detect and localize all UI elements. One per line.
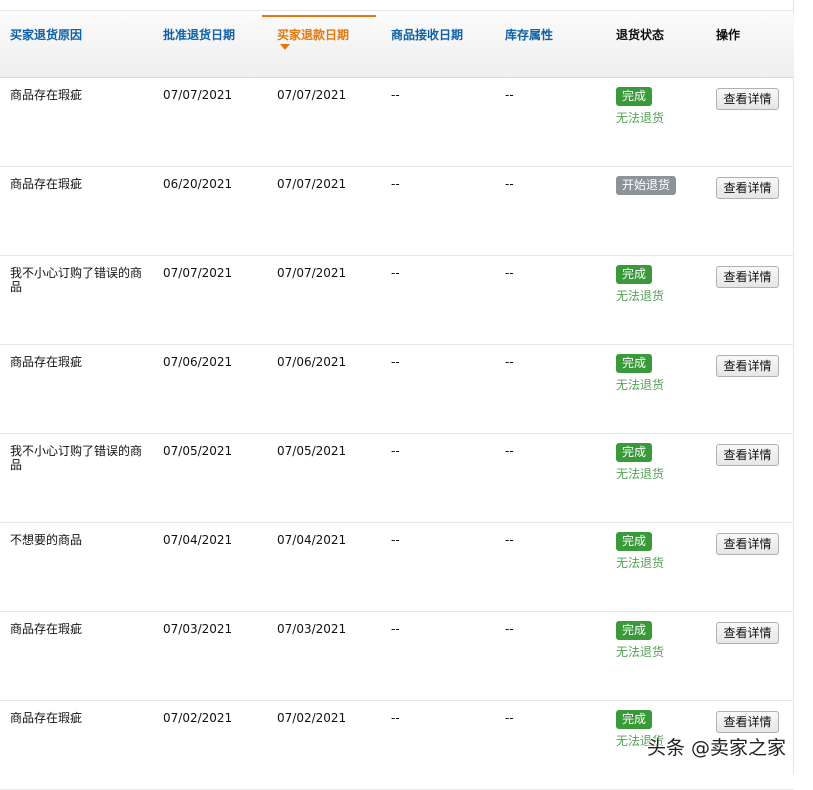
status-badge: 完成 bbox=[616, 354, 653, 373]
view-details-button[interactable]: 查看详情 bbox=[716, 177, 779, 199]
view-details-button[interactable]: 查看详情 bbox=[716, 88, 779, 110]
receive-date: -- bbox=[391, 88, 400, 102]
table-row: 商品存在瑕疵 07/03/2021 07/03/2021 -- -- 完成无法退货 查看详情 bbox=[0, 612, 794, 701]
return-reason: 商品存在瑕疵 bbox=[10, 177, 83, 191]
refund-date: 07/07/2021 bbox=[277, 266, 347, 280]
status-badge: 完成 bbox=[616, 87, 653, 106]
status-badge: 完成 bbox=[616, 710, 653, 729]
table-body: 商品存在瑕疵 07/07/2021 07/07/2021 -- -- 完成 无法退货 查看详情… bbox=[0, 78, 794, 790]
stock-attr: -- bbox=[505, 266, 514, 280]
table-row: 不想要的商品 07/04/2021 07/04/2021 -- -- 完成无法退货 查看详情 bbox=[0, 523, 794, 612]
table-row: 我不小心订购了错误的商品 07/07/2021 07/07/2021 -- -- 完成无法… bbox=[0, 256, 794, 345]
receive-date: -- bbox=[391, 533, 400, 547]
stock-attr: -- bbox=[505, 88, 514, 102]
status-badge: 开始退货 bbox=[616, 176, 677, 195]
stock-attr: -- bbox=[505, 711, 514, 725]
return-reason: 我不小心订购了错误的商品 bbox=[10, 444, 143, 472]
receive-date: -- bbox=[391, 711, 400, 725]
column-header-return-status: 退货状态 bbox=[616, 28, 665, 42]
column-header-approve-date[interactable]: 批准退货日期 bbox=[163, 15, 235, 77]
return-status: 完成 无法退货 bbox=[616, 87, 664, 125]
receive-date: -- bbox=[391, 266, 400, 280]
column-header-refund-date[interactable]: 买家退款日期 bbox=[262, 15, 376, 77]
action-cell: 查看详情 bbox=[716, 444, 779, 466]
approve-date: 07/04/2021 bbox=[163, 533, 233, 547]
status-note: 无法退货 bbox=[616, 645, 665, 659]
column-header-stock-attr[interactable]: 库存属性 bbox=[505, 15, 553, 77]
return-reason: 商品存在瑕疵 bbox=[10, 711, 83, 725]
return-status: 开始退货 bbox=[616, 176, 677, 195]
view-details-button[interactable]: 查看详情 bbox=[716, 711, 779, 733]
approve-date: 07/03/2021 bbox=[163, 622, 233, 636]
stock-attr: -- bbox=[505, 444, 514, 458]
refund-date: 07/07/2021 bbox=[277, 88, 347, 102]
receive-date: -- bbox=[391, 355, 400, 369]
table-row: 商品存在瑕疵 07/07/2021 07/07/2021 -- -- 完成无法退货 查看详情 bbox=[0, 78, 794, 167]
action-cell: 查看详情 bbox=[716, 266, 779, 288]
action-cell: 查看详情 bbox=[716, 533, 779, 555]
approve-date: 06/20/2021 bbox=[163, 177, 233, 191]
view-details-button[interactable]: 查看详情 bbox=[716, 622, 779, 644]
return-status: 完成 无法退货 bbox=[616, 443, 664, 481]
return-reason: 不想要的商品 bbox=[10, 533, 83, 547]
return-status: 完成 无法退货 bbox=[616, 621, 664, 659]
table-header: 买家退货原因 批准退货日期 买家退款日期 商品接收日期 库存属性 退货状态 操作 bbox=[0, 15, 794, 78]
status-note: 无法退货 bbox=[616, 289, 665, 303]
action-cell: 查看详情 bbox=[716, 88, 779, 110]
status-badge: 完成 bbox=[616, 443, 653, 462]
table-row: 商品存在瑕疵 07/06/2021 07/06/2021 -- -- 完成无法退货 查看详情 bbox=[0, 345, 794, 434]
receive-date: -- bbox=[391, 177, 400, 191]
refund-date: 07/06/2021 bbox=[277, 355, 347, 369]
approve-date: 07/07/2021 bbox=[163, 266, 233, 280]
return-reason: 商品存在瑕疵 bbox=[10, 355, 83, 369]
return-reason: 商品存在瑕疵 bbox=[10, 88, 83, 102]
view-details-button[interactable]: 查看详情 bbox=[716, 444, 779, 466]
approve-date: 07/02/2021 bbox=[163, 711, 233, 725]
status-note: 无法退货 bbox=[616, 111, 665, 125]
return-reason: 我不小心订购了错误的商品 bbox=[10, 266, 143, 294]
sort-desc-icon bbox=[280, 44, 290, 50]
refund-date: 07/04/2021 bbox=[277, 533, 347, 547]
stock-attr: -- bbox=[505, 177, 514, 191]
watermark-text: 头条 @卖家之家 bbox=[647, 737, 787, 759]
status-badge: 完成 bbox=[616, 265, 653, 284]
column-header-refund-date-label: 买家退款日期 bbox=[277, 28, 350, 42]
approve-date: 07/05/2021 bbox=[163, 444, 233, 458]
top-strip bbox=[0, 0, 794, 11]
view-details-button[interactable]: 查看详情 bbox=[716, 533, 779, 555]
approve-date: 07/07/2021 bbox=[163, 88, 233, 102]
action-cell: 查看详情 bbox=[716, 711, 779, 733]
refund-date: 07/07/2021 bbox=[277, 177, 347, 191]
refund-date: 07/02/2021 bbox=[277, 711, 347, 725]
return-reason: 商品存在瑕疵 bbox=[10, 622, 83, 636]
status-note: 无法退货 bbox=[616, 556, 665, 570]
refund-date: 07/03/2021 bbox=[277, 622, 347, 636]
refund-date: 07/05/2021 bbox=[277, 444, 347, 458]
view-details-button[interactable]: 查看详情 bbox=[716, 266, 779, 288]
status-note: 无法退货 bbox=[616, 467, 665, 481]
status-badge: 完成 bbox=[616, 621, 653, 640]
table-row: 我不小心订购了错误的商品 07/05/2021 07/05/2021 -- -- 完成无法… bbox=[0, 434, 794, 523]
column-header-action: 操作 bbox=[716, 28, 741, 42]
return-status: 完成 无法退货 bbox=[616, 532, 664, 570]
return-status: 完成 无法退货 bbox=[616, 265, 664, 303]
status-badge: 完成 bbox=[616, 532, 653, 551]
stock-attr: -- bbox=[505, 533, 514, 547]
action-cell: 查看详情 bbox=[716, 622, 779, 644]
return-status: 完成 无法退货 bbox=[616, 354, 664, 392]
stock-attr: -- bbox=[505, 622, 514, 636]
action-cell: 查看详情 bbox=[716, 177, 779, 199]
returns-table: 买家退货原因 批准退货日期 买家退款日期 商品接收日期 库存属性 退货状态 操作… bbox=[0, 15, 794, 790]
action-cell: 查看详情 bbox=[716, 355, 779, 377]
approve-date: 07/06/2021 bbox=[163, 355, 233, 369]
column-header-receive-date[interactable]: 商品接收日期 bbox=[391, 15, 463, 77]
receive-date: -- bbox=[391, 622, 400, 636]
stock-attr: -- bbox=[505, 355, 514, 369]
receive-date: -- bbox=[391, 444, 400, 458]
column-header-reason[interactable]: 买家退货原因 bbox=[10, 15, 82, 77]
status-note: 无法退货 bbox=[616, 378, 665, 392]
table-row: 商品存在瑕疵 06/20/2021 07/07/2021 -- -- 开始退货 查看详情 bbox=[0, 167, 794, 256]
view-details-button[interactable]: 查看详情 bbox=[716, 355, 779, 377]
